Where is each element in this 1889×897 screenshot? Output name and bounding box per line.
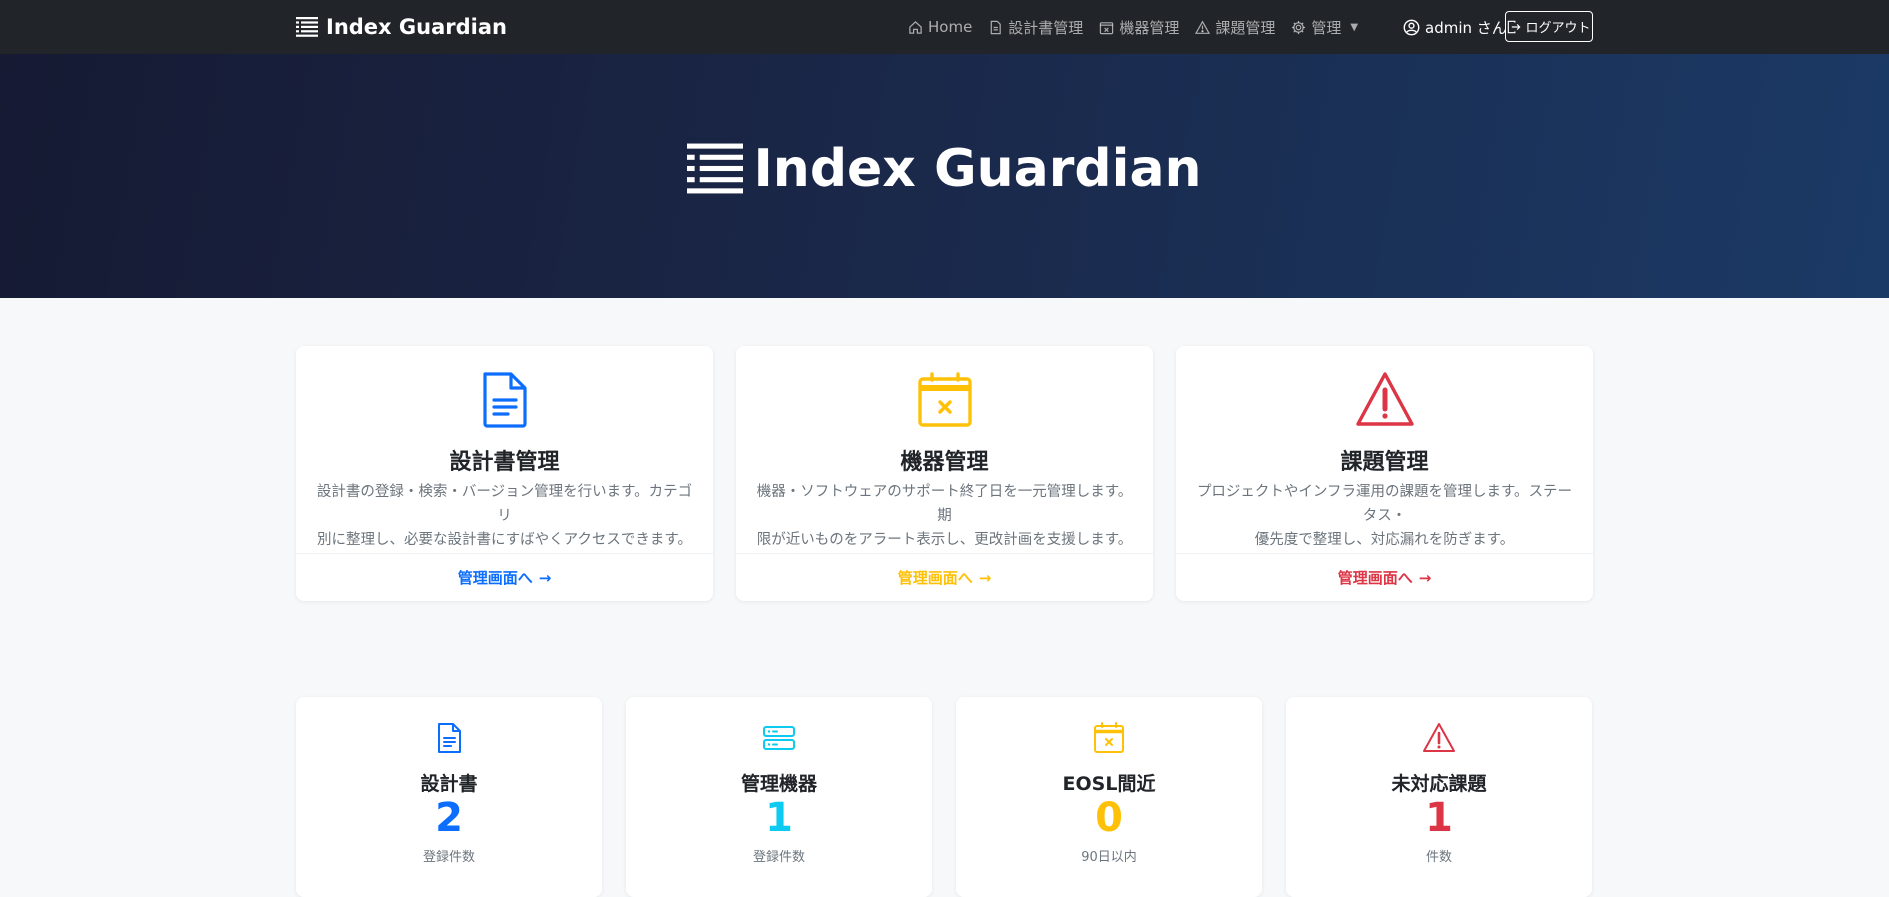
stat-card-eosl: EOSL間近 0 90日以内 (956, 697, 1262, 897)
logout-label: ログアウト (1525, 21, 1591, 36)
stat-value: 0 (1095, 795, 1123, 841)
feature-description-line: 設計書の登録・検索・バージョン管理を行います。カテゴリ (316, 484, 693, 524)
stat-title: 未対応課題 (1391, 773, 1487, 795)
user-name: admin さん (1425, 18, 1507, 37)
brand-name: Index Guardian (326, 15, 507, 39)
devices-manage-link[interactable]: 管理画面へ → (736, 553, 1153, 601)
nav-admin-label: 管理 (1311, 18, 1342, 37)
stat-card-docs: 設計書 2 登録件数 (296, 697, 602, 897)
box-arrow-right-icon (1508, 20, 1521, 33)
feature-description: 機器・ソフトウェアのサポート終了日を一元管理します。期 限が近いものをアラート表… (756, 480, 1133, 552)
nav-home-label: Home (928, 18, 973, 36)
stat-caption: 件数 (1425, 850, 1452, 865)
stat-caption: 登録件数 (752, 850, 805, 865)
exclamation-triangle-icon (1355, 372, 1414, 426)
stat-caption: 登録件数 (422, 850, 475, 865)
stat-title: EOSL間近 (1062, 773, 1156, 795)
feature-card-docs: 設計書管理 設計書の登録・検索・バージョン管理を行います。カテゴリ 別に整理し、… (296, 346, 713, 601)
arrow-right-icon: → (978, 568, 992, 587)
hero-title: Index Guardian (753, 139, 1202, 199)
nav-docs-label: 設計書管理 (1008, 18, 1084, 37)
gear-icon (1292, 20, 1306, 34)
arrow-right-icon: → (1418, 568, 1432, 587)
user-menu: admin さん (1403, 0, 1507, 54)
feature-title: 課題管理 (1340, 450, 1429, 475)
logout-button[interactable]: ログアウト (1505, 11, 1593, 42)
feature-description-line: 機器・ソフトウェアのサポート終了日を一元管理します。期 (756, 484, 1133, 524)
stat-card-devices: 管理機器 1 登録件数 (626, 697, 932, 897)
file-text-icon (438, 723, 461, 753)
link-label: 管理画面へ (897, 569, 973, 587)
person-circle-icon (1403, 19, 1420, 35)
arrow-right-icon: → (538, 568, 552, 587)
link-label: 管理画面へ (1337, 569, 1413, 587)
feature-description-line: 別に整理し、必要な設計書にすばやくアクセスできます。 (317, 532, 692, 548)
nav-docs[interactable]: 設計書管理 (988, 17, 1083, 38)
stat-value: 1 (765, 795, 793, 841)
stat-title: 管理機器 (740, 773, 817, 795)
hdd-stack-icon (763, 726, 795, 750)
hero-banner: Index Guardian (0, 54, 1889, 298)
nav-admin-dropdown[interactable]: 管理 ▼ (1291, 17, 1358, 38)
brand-link[interactable]: Index Guardian (296, 0, 507, 54)
link-label: 管理画面へ (457, 569, 533, 587)
exclamation-triangle-icon (1423, 723, 1455, 752)
feature-card-issues: 課題管理 プロジェクトやインフラ運用の課題を管理します。ステータス・ 優先度で整… (1176, 346, 1593, 601)
issues-manage-link[interactable]: 管理画面へ → (1176, 553, 1593, 601)
file-text-icon (990, 20, 1002, 34)
feature-description: プロジェクトやインフラ運用の課題を管理します。ステータス・ 優先度で整理し、対応… (1196, 480, 1573, 552)
top-navbar: Index Guardian Home 設計書管理 機器管理 課題管理 管理 ▼… (0, 0, 1889, 54)
hero-heading: Index Guardian (0, 54, 1889, 284)
stat-card-issues: 未対応課題 1 件数 (1286, 697, 1592, 897)
calendar-x-icon (1100, 21, 1114, 34)
house-icon (909, 20, 922, 34)
feature-description-line: 限が近いものをアラート表示し、更改計画を支援します。 (756, 532, 1133, 548)
nav-issues[interactable]: 課題管理 (1195, 17, 1275, 38)
nav-devices-label: 機器管理 (1119, 18, 1180, 37)
docs-manage-link[interactable]: 管理画面へ → (296, 553, 713, 601)
text-indent-icon (687, 143, 744, 194)
stat-title: 設計書 (420, 773, 478, 795)
chevron-down-icon: ▼ (1350, 21, 1359, 33)
stat-value: 2 (435, 795, 463, 841)
nav-home[interactable]: Home (908, 18, 972, 36)
feature-title: 機器管理 (900, 450, 989, 475)
stat-caption: 90日以内 (1081, 850, 1137, 865)
stat-value: 1 (1425, 795, 1453, 841)
calendar-x-icon (1094, 722, 1124, 753)
feature-description: 設計書の登録・検索・バージョン管理を行います。カテゴリ 別に整理し、必要な設計書… (316, 480, 693, 552)
feature-title: 設計書管理 (449, 450, 560, 475)
feature-description-line: 優先度で整理し、対応漏れを防ぎます。 (1254, 532, 1515, 548)
file-text-icon (482, 372, 527, 428)
text-indent-icon (296, 17, 318, 37)
exclamation-triangle-icon (1195, 19, 1211, 34)
nav-issues-label: 課題管理 (1215, 18, 1276, 37)
feature-card-devices: 機器管理 機器・ソフトウェアのサポート終了日を一元管理します。期 限が近いものを… (736, 346, 1153, 601)
feature-description-line: プロジェクトやインフラ運用の課題を管理します。ステータス・ (1196, 484, 1573, 524)
calendar-x-icon (917, 372, 972, 427)
nav-devices[interactable]: 機器管理 (1099, 17, 1179, 38)
main-nav: Home 設計書管理 機器管理 課題管理 管理 ▼ (908, 0, 1358, 54)
